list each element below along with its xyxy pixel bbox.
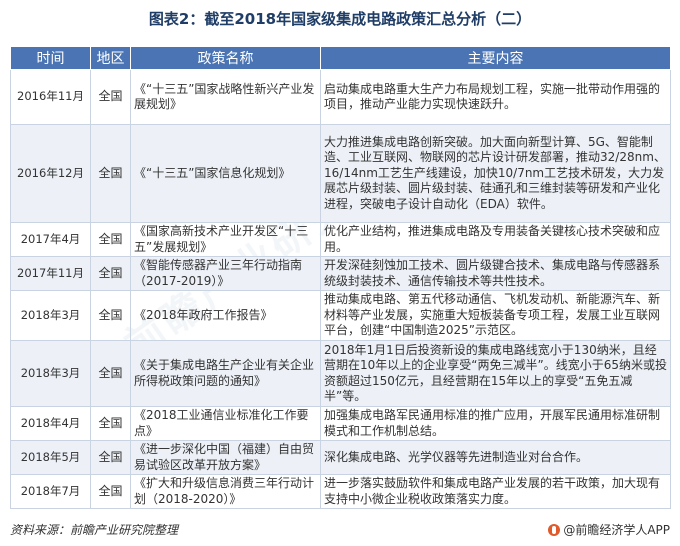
cell-time: 2017年4月 — [10, 222, 91, 257]
cell-content: 优化产业结构，推进集成电路及专用装备关键核心技术突破和应用。 — [320, 222, 671, 257]
table-row: 2018年3月 全国 《关于集成电路生产企业有关企业所得税政策问题的通知》 20… — [10, 340, 671, 407]
header-time: 时间 — [10, 46, 91, 70]
cell-time: 2018年4月 — [10, 406, 91, 441]
cell-time: 2016年12月 — [10, 124, 91, 223]
policy-table: 时间 地区 政策名称 主要内容 2016年11月 全国 《“十三五”国家战略性新… — [10, 46, 671, 509]
cell-region: 全国 — [90, 406, 131, 441]
cell-content: 推动集成电路、第五代移动通信、飞机发动机、新能源汽车、新材料等产业发展，实施重大… — [320, 290, 671, 341]
cell-content: 大力推进集成电路创新突破。加大面向新型计算、5G、智能制造、工业互联网、物联网的… — [320, 124, 671, 223]
cell-region: 全国 — [90, 290, 131, 341]
chart-title: 图表2：截至2018年国家级集成电路政策汇总分析（二） — [148, 10, 532, 28]
cell-content: 2018年1月1日后投资新设的集成电路线宽小于130纳米，且经营期在10年以上的… — [320, 340, 671, 407]
source-note: 资料来源：前瞻产业研究院整理 — [10, 523, 179, 537]
cell-policy-name: 《2018工业通信业标准化工作要点》 — [130, 406, 321, 441]
cell-region: 全国 — [90, 440, 131, 475]
cell-content: 启动集成电路重大生产力布局规划工程，实施一批带动作用强的项目，推动产业能力实现快… — [320, 69, 671, 125]
cell-time: 2018年3月 — [10, 340, 91, 407]
header-policy-name: 政策名称 — [130, 46, 321, 70]
table-row: 2017年4月 全国 《国家高新技术产业开发区“十三五”发展规划》 优化产业结构… — [10, 222, 671, 257]
table-row: 2018年7月 全国 《扩大和升级信息消费三年行动计划（2018-2020）》 … — [10, 474, 671, 509]
cell-time: 2018年3月 — [10, 290, 91, 341]
cell-content: 开发深硅刻蚀加工技术、圆片级键合技术、集成电路与传感器系统级封装技术、通信传输技… — [320, 256, 671, 291]
cell-region: 全国 — [90, 69, 131, 125]
cell-region: 全国 — [90, 340, 131, 407]
brand-logo-icon — [548, 524, 561, 536]
table-row: 2017年11月 全国 《智能传感器产业三年行动指南（2017-2019）》 开… — [10, 256, 671, 291]
cell-time: 2018年5月 — [10, 440, 91, 475]
cell-region: 全国 — [90, 256, 131, 291]
table-row: 2018年4月 全国 《2018工业通信业标准化工作要点》 加强集成电路军民通用… — [10, 406, 671, 441]
cell-content: 进一步落实鼓励软件和集成电路产业发展的若干政策，加大现有支持中小微企业税收政策落… — [320, 474, 671, 509]
cell-policy-name: 《“十三五”国家战略性新兴产业发展规划》 — [130, 69, 321, 125]
table-row: 2018年5月 全国 《进一步深化中国（福建）自由贸易试验区改革开放方案》 深化… — [10, 440, 671, 475]
cell-policy-name: 《国家高新技术产业开发区“十三五”发展规划》 — [130, 222, 321, 257]
cell-time: 2016年11月 — [10, 69, 91, 125]
table-row: 2018年3月 全国 《2018年政府工作报告》 推动集成电路、第五代移动通信、… — [10, 290, 671, 341]
table-header-row: 时间 地区 政策名称 主要内容 — [10, 46, 671, 70]
cell-policy-name: 《“十三五”国家信息化规划》 — [130, 124, 321, 223]
cell-policy-name: 《智能传感器产业三年行动指南（2017-2019）》 — [130, 256, 321, 291]
brand-label: @前瞻经济学人APP — [563, 523, 670, 537]
cell-region: 全国 — [90, 474, 131, 509]
table-row: 2016年12月 全国 《“十三五”国家信息化规划》 大力推进集成电路创新突破。… — [10, 124, 671, 223]
cell-region: 全国 — [90, 124, 131, 223]
header-region: 地区 — [90, 46, 131, 70]
cell-time: 2018年7月 — [10, 474, 91, 509]
cell-content: 加强集成电路军民通用标准的推广应用，开展军民通用标准研制模式和工作机制总结。 — [320, 406, 671, 441]
table-row: 2016年11月 全国 《“十三五”国家战略性新兴产业发展规划》 启动集成电路重… — [10, 69, 671, 125]
header-main-content: 主要内容 — [320, 46, 671, 70]
cell-region: 全国 — [90, 222, 131, 257]
cell-policy-name: 《关于集成电路生产企业有关企业所得税政策问题的通知》 — [130, 340, 321, 407]
cell-time: 2017年11月 — [10, 256, 91, 291]
brand-credit: @前瞻经济学人APP — [548, 520, 670, 540]
cell-policy-name: 《扩大和升级信息消费三年行动计划（2018-2020）》 — [130, 474, 321, 509]
footer: 资料来源：前瞻产业研究院整理 @前瞻经济学人APP — [10, 520, 670, 540]
cell-content: 深化集成电路、光学仪器等先进制造业对台合作。 — [320, 440, 671, 475]
cell-policy-name: 《2018年政府工作报告》 — [130, 290, 321, 341]
cell-policy-name: 《进一步深化中国（福建）自由贸易试验区改革开放方案》 — [130, 440, 321, 475]
